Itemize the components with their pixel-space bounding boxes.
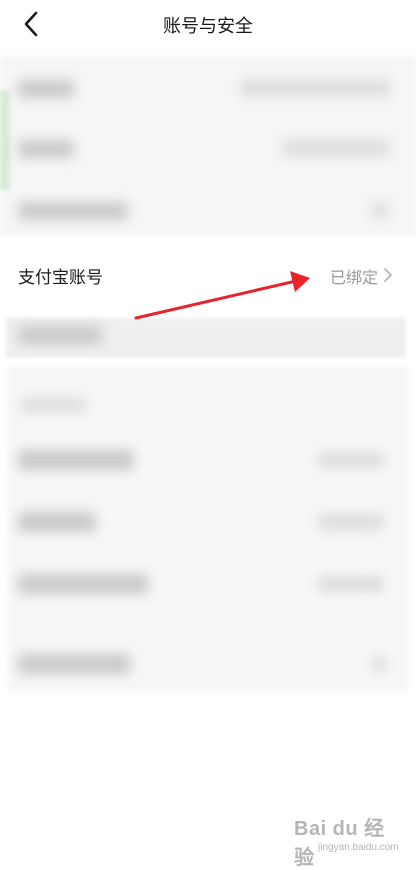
watermark-text: Bai du 经验: [294, 818, 385, 869]
alipay-account-row[interactable]: 支付宝账号 已绑定: [0, 240, 416, 312]
watermark-url: jingyan.baidu.com: [318, 842, 399, 853]
alipay-bind-status: 已绑定: [329, 270, 378, 287]
page-title: 账号与安全: [163, 16, 253, 36]
alipay-account-label: 支付宝账号: [18, 268, 103, 287]
chevron-right-icon: [384, 268, 392, 282]
header-bar: 账号与安全: [0, 0, 416, 48]
baidu-jingyan-watermark: Bai du 经验 jingyan.baidu.com: [292, 812, 402, 869]
